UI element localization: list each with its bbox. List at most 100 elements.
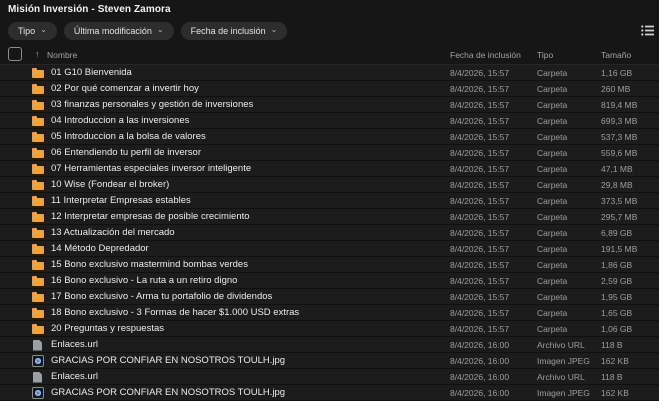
folder-icon [32,67,44,79]
folder-icon [32,147,44,159]
table-row[interactable]: 16 Bono exclusivo - La ruta a un retiro … [0,273,659,289]
file-date-added: 8/4/2026, 15:57 [450,308,509,318]
file-name: 20 Preguntas y respuestas [51,323,164,334]
table-row[interactable]: 03 finanzas personales y gestión de inve… [0,97,659,113]
file-type: Carpeta [537,132,567,142]
file-name: GRACIAS POR CONFIAR EN NOSOTROS TOULH.jp… [51,355,285,366]
filter-chip-last-modified-label: Última modificación [74,26,152,36]
list-header: ↑ Nombre Fecha de inclusión Tipo Tamaño [0,46,659,65]
url-file-icon [32,371,44,383]
file-type: Carpeta [537,324,567,334]
filter-chip-date-added[interactable]: Fecha de inclusión ⌄ [181,22,288,40]
file-name: 05 Introduccion a la bolsa de valores [51,131,206,142]
file-name: Enlaces.url [51,371,98,382]
file-size: 162 KB [601,356,629,366]
file-type: Carpeta [537,148,567,158]
file-date-added: 8/4/2026, 15:57 [450,196,509,206]
table-row[interactable]: GRACIAS POR CONFIAR EN NOSOTROS TOULH.jp… [0,353,659,369]
table-row[interactable]: 12 Interpretar empresas de posible creci… [0,209,659,225]
table-row[interactable]: 11 Interpretar Empresas estables 8/4/202… [0,193,659,209]
chevron-down-icon: ⌄ [40,26,47,34]
folder-icon [32,163,44,175]
chevron-down-icon: ⌄ [271,26,278,34]
file-size: 118 B [601,340,623,350]
file-date-added: 8/4/2026, 15:57 [450,132,509,142]
file-list: 01 G10 Bienvenida 8/4/2026, 15:57 Carpet… [0,65,659,401]
file-date-added: 8/4/2026, 15:57 [450,244,509,254]
file-name: 14 Método Depredador [51,243,149,254]
file-date-added: 8/4/2026, 15:57 [450,164,509,174]
table-row[interactable]: 13 Actualización del mercado 8/4/2026, 1… [0,225,659,241]
folder-icon [32,227,44,239]
table-row[interactable]: 18 Bono exclusivo - 3 Formas de hacer $1… [0,305,659,321]
file-size: 1,16 GB [601,68,632,78]
file-type: Carpeta [537,212,567,222]
filter-chip-date-added-label: Fecha de inclusión [191,26,266,36]
url-file-icon [32,339,44,351]
filter-chip-type-label: Tipo [18,26,35,36]
file-size: 1,65 GB [601,308,632,318]
folder-icon [32,323,44,335]
table-row[interactable]: 05 Introduccion a la bolsa de valores 8/… [0,129,659,145]
filter-chip-type[interactable]: Tipo ⌄ [8,22,57,40]
table-row[interactable]: 15 Bono exclusivo mastermind bombas verd… [0,257,659,273]
file-size: 295,7 MB [601,212,637,222]
table-row[interactable]: 10 Wise (Fondear el broker) 8/4/2026, 15… [0,177,659,193]
folder-icon [32,259,44,271]
list-view-icon [641,25,654,36]
file-type: Carpeta [537,68,567,78]
file-date-added: 8/4/2026, 16:00 [450,356,509,366]
folder-icon [32,99,44,111]
file-type: Imagen JPEG [537,356,590,366]
folder-icon [32,83,44,95]
filter-bar: Tipo ⌄ Última modificación ⌄ Fecha de in… [8,22,287,40]
file-type: Carpeta [537,196,567,206]
table-row[interactable]: 06 Entendiendo tu perfil de inversor 8/4… [0,145,659,161]
file-type: Carpeta [537,260,567,270]
table-row[interactable]: 20 Preguntas y respuestas 8/4/2026, 15:5… [0,321,659,337]
folder-icon [32,291,44,303]
file-date-added: 8/4/2026, 15:57 [450,212,509,222]
file-name: 01 G10 Bienvenida [51,67,132,78]
file-size: 1,06 GB [601,324,632,334]
file-name: 03 finanzas personales y gestión de inve… [51,99,253,110]
folder-icon [32,211,44,223]
table-row[interactable]: 17 Bono exclusivo - Arma tu portafolio d… [0,289,659,305]
file-size: 373,5 MB [601,196,637,206]
column-header-name[interactable]: Nombre [47,50,77,60]
file-name: 12 Interpretar empresas de posible creci… [51,211,250,222]
file-type: Archivo URL [537,340,585,350]
table-row[interactable]: 14 Método Depredador 8/4/2026, 15:57 Car… [0,241,659,257]
file-type: Carpeta [537,100,567,110]
file-type: Carpeta [537,84,567,94]
file-size: 260 MB [601,84,630,94]
table-row[interactable]: 01 G10 Bienvenida 8/4/2026, 15:57 Carpet… [0,65,659,81]
folder-icon [32,195,44,207]
table-row[interactable]: 07 Herramientas especiales inversor inte… [0,161,659,177]
file-size: 6,89 GB [601,228,632,238]
table-row[interactable]: Enlaces.url 8/4/2026, 16:00 Archivo URL … [0,337,659,353]
table-row[interactable]: 04 Introduccion a las inversiones 8/4/20… [0,113,659,129]
column-header-type[interactable]: Tipo [537,50,553,60]
sort-asc-icon[interactable]: ↑ [35,49,40,59]
chevron-down-icon: ⌄ [157,26,164,34]
file-type: Carpeta [537,180,567,190]
file-name: 13 Actualización del mercado [51,227,175,238]
table-row[interactable]: 02 Por qué comenzar a invertir hoy 8/4/2… [0,81,659,97]
file-date-added: 8/4/2026, 15:57 [450,180,509,190]
folder-icon [32,179,44,191]
column-header-size[interactable]: Tamaño [601,50,631,60]
select-all-checkbox[interactable] [8,47,22,61]
file-size: 29,8 MB [601,180,633,190]
file-date-added: 8/4/2026, 16:00 [450,388,509,398]
filter-chip-last-modified[interactable]: Última modificación ⌄ [64,22,174,40]
file-date-added: 8/4/2026, 15:57 [450,100,509,110]
list-view-toggle[interactable] [639,23,655,37]
image-thumbnail-icon [32,387,44,399]
column-header-date-added[interactable]: Fecha de inclusión [450,50,521,60]
file-name: 04 Introduccion a las inversiones [51,115,189,126]
file-size: 47,1 MB [601,164,633,174]
table-row[interactable]: GRACIAS POR CONFIAR EN NOSOTROS TOULH.jp… [0,385,659,401]
file-size: 2,59 GB [601,276,632,286]
table-row[interactable]: Enlaces.url 8/4/2026, 16:00 Archivo URL … [0,369,659,385]
